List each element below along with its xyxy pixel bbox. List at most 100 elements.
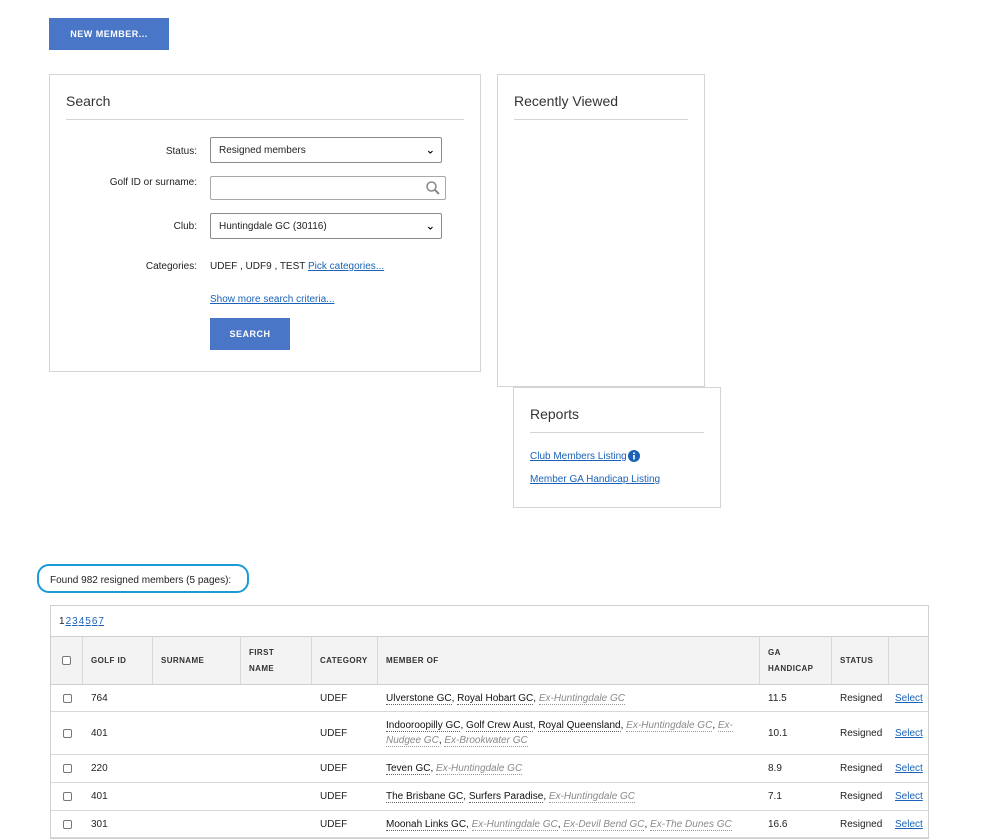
col-category[interactable]: CATEGORY [312, 637, 378, 684]
search-button[interactable]: SEARCH [210, 318, 290, 350]
golfid-label: Golf ID or surname: [109, 177, 197, 188]
former-club: Ex-Brookwater GC [444, 735, 528, 747]
page-link[interactable]: 5 [85, 616, 91, 627]
search-title: Search [66, 93, 111, 109]
col-golf-id[interactable]: GOLF ID [83, 637, 153, 684]
former-club: Ex-Huntingdale GC [538, 692, 625, 705]
surname-cell [153, 755, 241, 782]
page-link[interactable]: 7 [98, 616, 104, 627]
results-table: 1 2 3 4 5 6 7 GOLF ID SURNAME FIRST NAME… [50, 605, 929, 839]
select-link[interactable]: Select [895, 728, 923, 739]
table-body: 764 UDEF Ulverstone GC, Royal Hobart GC, E… [51, 685, 928, 838]
surname-cell [153, 685, 241, 711]
select-all-cell [51, 637, 83, 684]
surname-cell [153, 712, 241, 754]
golf-id-cell: 301 [91, 818, 108, 830]
separator: , [533, 692, 539, 704]
pick-categories-link[interactable]: Pick categories... [308, 261, 384, 272]
row-checkbox[interactable] [62, 792, 72, 801]
reports-panel: Reports Club Members Listing Member GA H… [513, 387, 721, 508]
recently-viewed-panel: Recently Viewed [497, 74, 705, 387]
club-select-value: Huntingdale GC (30116) [219, 220, 327, 232]
member-of-cell: Teven GC, Ex-Huntingdale GC [378, 755, 760, 782]
handicap-cell: 7.1 [768, 791, 782, 802]
category-cell: UDEF [320, 791, 348, 802]
club-name: Moonah Links GC [386, 818, 467, 831]
action-cell: Select [889, 755, 928, 782]
search-icon[interactable] [425, 180, 441, 199]
golf-id-cell: 401 [91, 727, 108, 739]
col-handicap-line2: HANDICAP [768, 663, 814, 673]
action-cell: Select [889, 811, 928, 837]
categories-value-row: UDEF , UDF9 , TEST Pick categories... [210, 261, 384, 272]
col-surname[interactable]: SURNAME [153, 637, 241, 684]
row-select-cell [51, 783, 83, 810]
member-of-cell: Moonah Links GC, Ex-Huntingdale GC, Ex-D… [378, 811, 760, 837]
row-checkbox[interactable] [62, 693, 72, 703]
action-cell: Select [889, 783, 928, 810]
status-cell: Resigned [840, 791, 883, 802]
handicap-cell: 10.1 [768, 727, 788, 739]
table-row: 220 UDEF Teven GC, Ex-Huntingdale GC 8.9 Res… [51, 755, 928, 783]
new-member-button[interactable]: NEW MEMBER... [49, 18, 169, 50]
pagination: 1 2 3 4 5 6 7 [51, 606, 928, 637]
first-name-cell [241, 755, 312, 782]
club-name: The Brisbane GC [386, 791, 464, 803]
status-cell: Resigned [840, 763, 883, 774]
select-link[interactable]: Select [895, 763, 923, 774]
row-checkbox[interactable] [62, 819, 72, 829]
golf-id-cell: 401 [91, 791, 108, 802]
category-cell: UDEF [320, 727, 348, 739]
col-first-name[interactable]: FIRST NAME [241, 637, 312, 684]
page-current: 1 [59, 615, 65, 627]
status-select[interactable]: Resigned members ⌄ [210, 137, 442, 163]
former-club: Ex-Devil Bend GC [563, 818, 645, 831]
page-link[interactable]: 6 [92, 616, 98, 627]
category-cell: UDEF [320, 818, 348, 830]
page-link[interactable]: 3 [72, 616, 78, 627]
first-name-cell [241, 783, 312, 810]
club-select[interactable]: Huntingdale GC (30116) ⌄ [210, 213, 442, 239]
select-all-checkbox[interactable] [62, 656, 71, 665]
member-of-text: The Brisbane GC, Surfers Paradise, Ex-Hu… [386, 789, 653, 804]
show-more-criteria-link[interactable]: Show more search criteria... [210, 294, 335, 305]
col-status[interactable]: STATUS [832, 637, 889, 684]
row-checkbox[interactable] [62, 728, 72, 738]
status-select-value: Resigned members [219, 144, 306, 156]
row-checkbox[interactable] [62, 764, 72, 773]
member-of-text: Indooroopilly GC, Golf Crew Aust, Royal … [386, 718, 760, 748]
col-handicap[interactable]: GA HANDICAP [760, 637, 832, 684]
recently-viewed-divider [514, 119, 688, 120]
member-of-cell: Indooroopilly GC, Golf Crew Aust, Royal … [378, 712, 760, 754]
select-link[interactable]: Select [895, 819, 923, 830]
page-link[interactable]: 4 [79, 616, 85, 627]
golfid-input[interactable] [210, 176, 446, 200]
status-cell: Resigned [840, 692, 883, 704]
handicap-cell: 11.5 [768, 692, 787, 704]
former-club: Ex-Huntingdale GC [548, 791, 636, 803]
categories-value: UDEF , UDF9 , TEST [210, 261, 306, 272]
surname-cell [153, 783, 241, 810]
recently-viewed-title: Recently Viewed [514, 93, 619, 109]
col-first-name-line2: NAME [249, 663, 275, 673]
info-icon[interactable] [627, 450, 640, 462]
table-row: 764 UDEF Ulverstone GC, Royal Hobart GC, E… [51, 685, 928, 712]
col-member-of: MEMBER OF [378, 637, 760, 684]
golf-id-cell: 764 [91, 692, 108, 704]
club-members-listing-link[interactable]: Club Members Listing [530, 451, 627, 462]
row-select-cell [51, 811, 83, 837]
handicap-cell: 16.6 [768, 818, 788, 830]
member-ga-handicap-listing-link[interactable]: Member GA Handicap Listing [530, 474, 660, 485]
select-link[interactable]: Select [895, 791, 923, 802]
category-cell: UDEF [320, 692, 348, 704]
action-cell: Select [889, 712, 928, 754]
results-count-text: Found 982 resigned members (5 pages): [50, 575, 232, 586]
first-name-cell [241, 685, 312, 711]
golf-id-cell: 220 [91, 763, 108, 774]
page-link[interactable]: 2 [66, 616, 72, 627]
former-club: Ex-Huntingdale GC [471, 818, 558, 831]
search-divider [66, 119, 464, 120]
former-club: Ex-Huntingdale GC [626, 720, 713, 732]
select-link[interactable]: Select [895, 693, 923, 704]
club-label: Club: [173, 221, 197, 232]
